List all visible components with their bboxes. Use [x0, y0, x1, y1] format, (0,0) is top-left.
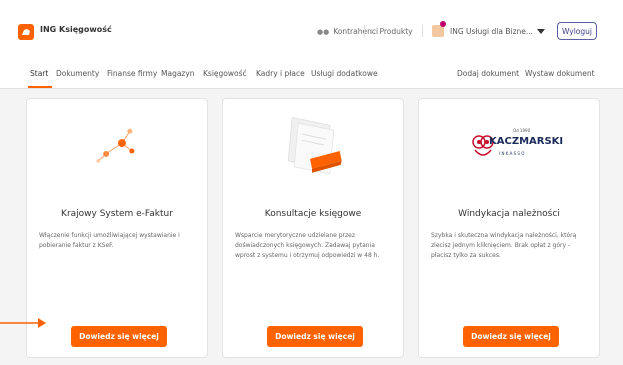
app-title[interactable]: ING Księgowość — [40, 25, 112, 34]
tab-additional-services[interactable]: Usługi dodatkowe — [311, 69, 378, 78]
learn-more-button[interactable]: Dowiedz się więcej — [267, 326, 363, 347]
active-tab-indicator — [28, 86, 52, 88]
tab-accounting[interactable]: Księgowość — [203, 69, 247, 78]
header-divider — [364, 25, 365, 37]
tab-payroll[interactable]: Kadry i płace — [256, 69, 305, 78]
tab-documents[interactable]: Dokumenty — [56, 69, 99, 78]
logo-subtext: I N K A S S O — [499, 151, 525, 156]
contractors-link[interactable]: ●● Kontrahenci — [317, 27, 378, 36]
header-divider — [422, 25, 423, 37]
card-title: Krajowy System e-Faktur — [61, 209, 173, 219]
service-card-debt-collection: Od 1990 KACZMARSKI I N K A S S O Windyka… — [418, 98, 600, 358]
grid-icon: ∷ — [371, 27, 376, 36]
ing-lion-logo-icon[interactable] — [18, 24, 34, 40]
service-card-consultations: Konsultacje księgowe Wsparcie merytorycz… — [222, 98, 404, 358]
learn-more-button[interactable]: Dowiedz się więcej — [463, 326, 559, 347]
issue-document-link[interactable]: Wystaw dokument — [525, 69, 595, 78]
card-title: Konsultacje księgowe — [264, 209, 362, 219]
document-icon — [287, 116, 342, 175]
card-description: Szybka i skuteczna windykacja należności… — [431, 232, 577, 259]
tab-start[interactable]: Start — [30, 69, 48, 78]
service-card-ksef: Krajowy System e-Faktur Włączenie funkcj… — [26, 98, 208, 358]
products-link[interactable]: ∷ Produkty — [371, 27, 413, 36]
chevron-down-icon[interactable] — [537, 29, 545, 34]
arrow-right-icon — [0, 318, 46, 328]
card-description: Włączenie funkcji umożliwiającej wystawi… — [39, 232, 180, 249]
notification-dot — [440, 21, 446, 27]
company-name[interactable]: ING Usługi dla Bizne... — [450, 27, 533, 36]
network-icon — [96, 128, 135, 163]
card-description: Wsparcie merytoryczne udzielane przez do… — [235, 232, 380, 259]
kaczmarski-logo: Od 1990 KACZMARSKI I N K A S S O — [471, 126, 563, 168]
learn-more-button[interactable]: Dowiedz się więcej — [71, 326, 167, 347]
tab-company-finance[interactable]: Finanse firmy — [107, 69, 157, 78]
products-label: Produkty — [379, 27, 413, 36]
tab-warehouse[interactable]: Magazyn — [161, 69, 195, 78]
logout-button[interactable]: Wyloguj — [557, 22, 597, 40]
main-nav: Start Dokumenty Finanse firmy Magazyn Ks… — [0, 60, 623, 89]
add-document-link[interactable]: Dodaj dokument — [457, 69, 519, 78]
logo-wordmark: KACZMARSKI — [489, 136, 564, 147]
card-title: Windykacja należności — [458, 209, 560, 219]
logo-tagline: Od 1990 — [513, 128, 531, 133]
top-bar: ING Księgowość ●● Kontrahenci ∷ Produkty… — [0, 0, 623, 60]
people-icon: ●● — [317, 27, 330, 36]
